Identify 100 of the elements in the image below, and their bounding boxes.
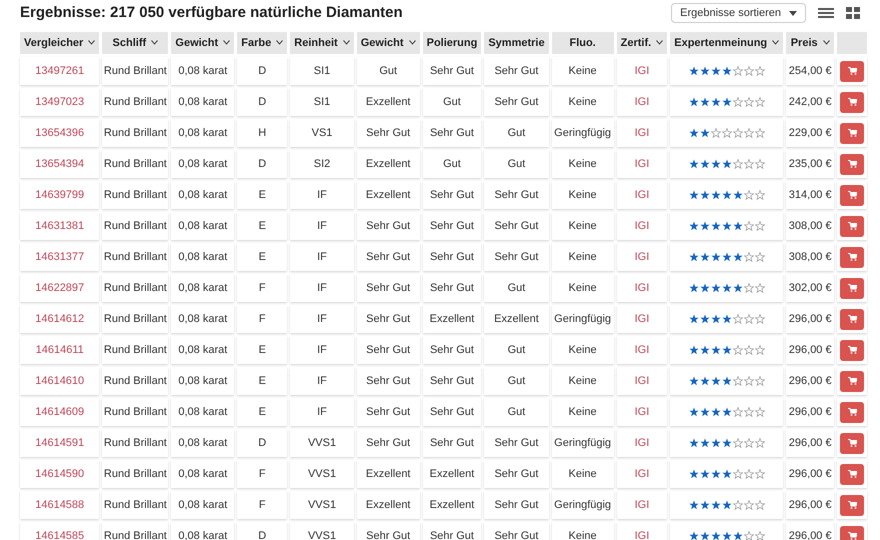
certificate-link[interactable]: IGI xyxy=(634,436,650,449)
weight-cell: 0,08 karat xyxy=(178,312,228,325)
certificate-link[interactable]: IGI xyxy=(634,406,650,418)
cut-grade-cell: Sehr Gut xyxy=(366,344,410,356)
empty-star-icon xyxy=(754,314,765,324)
certificate-link[interactable]: IGI xyxy=(634,158,650,170)
empty-star-icon xyxy=(744,344,754,355)
empty-star-icon xyxy=(754,96,765,107)
certificate-link[interactable]: IGI xyxy=(634,96,650,108)
cut-cell: Rund Brillant xyxy=(104,406,167,418)
comparison-link[interactable]: 14639799 xyxy=(35,188,84,201)
clarity-cell: IF xyxy=(317,344,327,356)
comparison-link[interactable]: 14614588 xyxy=(35,498,84,511)
comparison-link[interactable]: 14614585 xyxy=(35,530,84,540)
add-to-cart-button[interactable] xyxy=(840,216,864,236)
add-to-cart-button[interactable] xyxy=(840,154,864,174)
filled-star-icon xyxy=(732,530,743,540)
column-header[interactable]: Gewicht xyxy=(356,32,420,54)
comparison-link[interactable]: 14622897 xyxy=(35,282,84,294)
filled-star-icon xyxy=(722,438,732,448)
comparison-link[interactable]: 14614612 xyxy=(35,312,84,325)
certificate-link[interactable]: IGI xyxy=(634,282,650,294)
filled-star-icon xyxy=(722,158,732,169)
add-to-cart-button[interactable] xyxy=(840,432,864,454)
column-header[interactable]: Reinheit xyxy=(290,32,354,54)
certificate-link[interactable]: IGI xyxy=(634,498,650,511)
add-to-cart-button[interactable] xyxy=(840,122,864,144)
certificate-link[interactable]: IGI xyxy=(634,220,650,232)
comparison-link[interactable]: 14614591 xyxy=(35,436,84,449)
add-to-cart-button[interactable] xyxy=(840,184,864,206)
fluorescence-cell: Keine xyxy=(568,374,597,387)
clarity-cell: IF xyxy=(317,282,327,294)
symmetry-cell: Sehr Gut xyxy=(494,250,538,263)
price: 308,00 € xyxy=(788,250,832,263)
add-to-cart-button[interactable] xyxy=(840,308,864,330)
add-to-cart-button[interactable] xyxy=(840,60,864,82)
cut-grade-cell: Sehr Gut xyxy=(366,374,410,387)
comparison-link[interactable]: 14614610 xyxy=(35,374,84,387)
comparison-link[interactable]: 14614611 xyxy=(36,344,84,356)
column-header[interactable]: Schliff xyxy=(102,32,168,54)
filled-star-icon xyxy=(700,500,710,510)
cut-cell: Rund Brillant xyxy=(104,64,167,77)
column-header[interactable]: Preis xyxy=(786,32,834,54)
comparison-link[interactable]: 14631377 xyxy=(35,250,84,263)
column-header[interactable]: Gewicht xyxy=(171,32,234,54)
chevron-down-icon xyxy=(342,40,350,46)
add-to-cart-button[interactable] xyxy=(840,402,864,422)
certificate-link[interactable]: IGI xyxy=(634,188,650,201)
add-to-cart-button[interactable] xyxy=(840,92,864,112)
symmetry-cell: Gut xyxy=(508,406,526,418)
certificate-link[interactable]: IGI xyxy=(634,468,650,480)
filled-star-icon xyxy=(688,376,699,386)
column-header[interactable]: Vergleicher xyxy=(20,32,100,54)
filled-star-icon xyxy=(710,252,721,262)
certificate-link[interactable]: IGI xyxy=(634,64,650,77)
column-header[interactable]: Zertif. xyxy=(616,32,668,54)
filled-star-icon xyxy=(710,406,721,417)
add-to-cart-button[interactable] xyxy=(840,464,864,484)
filled-star-icon xyxy=(710,96,721,107)
column-header[interactable]: Farbe xyxy=(237,32,288,54)
symmetry-cell: Sehr Gut xyxy=(494,64,538,77)
filled-star-icon xyxy=(688,500,699,510)
sort-dropdown[interactable]: Ergebnisse sortieren xyxy=(671,3,806,23)
certificate-link[interactable]: IGI xyxy=(634,250,650,263)
color-grade-cell: D xyxy=(258,158,266,170)
comparison-link[interactable]: 13497261 xyxy=(35,64,84,77)
add-to-cart-button[interactable] xyxy=(840,494,864,516)
comparison-link[interactable]: 13497023 xyxy=(35,96,84,108)
color-grade-cell: D xyxy=(258,530,266,540)
comparison-link[interactable]: 14614609 xyxy=(35,406,84,418)
add-to-cart-button[interactable] xyxy=(840,246,864,268)
certificate-link[interactable]: IGI xyxy=(634,530,650,540)
cut-grade-cell: Exzellent xyxy=(366,158,410,170)
certificate-link[interactable]: IGI xyxy=(634,374,650,387)
add-to-cart-button[interactable] xyxy=(840,278,864,298)
filled-star-icon xyxy=(710,344,721,355)
comparison-link[interactable]: 14614590 xyxy=(35,468,84,480)
certificate-link[interactable]: IGI xyxy=(634,344,650,356)
add-to-cart-button[interactable] xyxy=(840,370,864,392)
list-view-icon[interactable] xyxy=(818,7,834,19)
cut-grade-cell: Exzellent xyxy=(366,498,410,511)
filled-star-icon xyxy=(700,252,710,262)
add-to-cart-button[interactable] xyxy=(840,526,864,540)
empty-star-icon xyxy=(754,128,765,138)
comparison-link[interactable]: 13654394 xyxy=(35,158,84,170)
grid-view-icon[interactable] xyxy=(846,7,860,19)
certificate-link[interactable]: IGI xyxy=(634,312,650,325)
chevron-down-icon xyxy=(151,40,158,46)
add-to-cart-button[interactable] xyxy=(840,340,864,360)
price: 229,00 € xyxy=(788,126,832,139)
empty-star-icon xyxy=(754,530,765,540)
filled-star-icon xyxy=(688,314,699,324)
cut-grade-cell: Sehr Gut xyxy=(366,250,410,263)
certificate-link[interactable]: IGI xyxy=(634,126,650,139)
comparison-link[interactable]: 14631381 xyxy=(35,220,84,232)
column-header[interactable]: Expertenmeinung xyxy=(670,32,784,54)
filled-star-icon xyxy=(732,190,743,200)
cut-cell: Rund Brillant xyxy=(104,530,167,540)
comparison-link[interactable]: 13654396 xyxy=(35,126,84,139)
color-grade-cell: F xyxy=(258,282,266,294)
